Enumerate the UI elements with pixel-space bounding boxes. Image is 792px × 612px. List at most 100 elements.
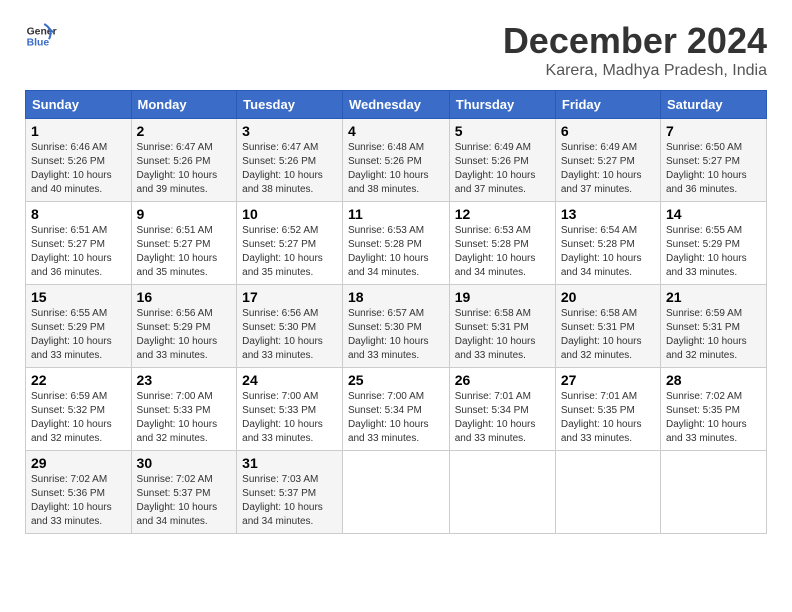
header-row: Sunday Monday Tuesday Wednesday Thursday… [26, 91, 767, 119]
day-info: Sunrise: 6:53 AMSunset: 5:28 PMDaylight:… [348, 225, 429, 278]
day-info: Sunrise: 7:00 AMSunset: 5:34 PMDaylight:… [348, 391, 429, 444]
day-number: 30 [137, 455, 232, 471]
calendar-cell: 15 Sunrise: 6:55 AMSunset: 5:29 PMDayligh… [26, 285, 132, 368]
day-number: 13 [561, 206, 655, 222]
day-number: 5 [455, 123, 550, 139]
calendar-cell: 24 Sunrise: 7:00 AMSunset: 5:33 PMDayligh… [237, 368, 343, 451]
calendar-cell: 1Sunrise: 6:46 AMSunset: 5:26 PMDaylight… [26, 119, 132, 202]
day-number: 4 [348, 123, 444, 139]
calendar-cell: 21 Sunrise: 6:59 AMSunset: 5:31 PMDayligh… [660, 285, 766, 368]
title-area: December 2024 Karera, Madhya Pradesh, In… [503, 20, 767, 80]
day-number: 27 [561, 372, 655, 388]
day-info: Sunrise: 6:54 AMSunset: 5:28 PMDaylight:… [561, 225, 642, 278]
day-number: 14 [666, 206, 761, 222]
day-info: Sunrise: 6:59 AMSunset: 5:31 PMDaylight:… [666, 308, 747, 361]
day-number: 10 [242, 206, 337, 222]
day-info: Sunrise: 7:00 AMSunset: 5:33 PMDaylight:… [137, 391, 218, 444]
logo: General Blue [25, 20, 57, 52]
day-info: Sunrise: 7:02 AMSunset: 5:36 PMDaylight:… [31, 474, 112, 527]
calendar-cell: 10 Sunrise: 6:52 AMSunset: 5:27 PMDayligh… [237, 202, 343, 285]
calendar-cell: 2Sunrise: 6:47 AMSunset: 5:26 PMDaylight… [131, 119, 237, 202]
calendar-table: Sunday Monday Tuesday Wednesday Thursday… [25, 90, 767, 534]
location-title: Karera, Madhya Pradesh, India [503, 62, 767, 80]
col-monday: Monday [131, 91, 237, 119]
calendar-cell: 17Sunrise: 6:56 AMSunset: 5:30 PMDayligh… [237, 285, 343, 368]
day-number: 17 [242, 289, 337, 305]
calendar-cell [449, 451, 555, 534]
day-number: 20 [561, 289, 655, 305]
calendar-cell: 9Sunrise: 6:51 AMSunset: 5:27 PMDaylight… [131, 202, 237, 285]
col-sunday: Sunday [26, 91, 132, 119]
day-number: 25 [348, 372, 444, 388]
calendar-cell: 8 Sunrise: 6:51 AMSunset: 5:27 PMDaylight… [26, 202, 132, 285]
calendar-cell: 4 Sunrise: 6:48 AMSunset: 5:26 PMDaylight… [342, 119, 449, 202]
calendar-cell [555, 451, 660, 534]
calendar-cell [342, 451, 449, 534]
day-number: 29 [31, 455, 126, 471]
svg-text:Blue: Blue [27, 38, 50, 49]
day-info: Sunrise: 7:00 AMSunset: 5:33 PMDaylight:… [242, 391, 323, 444]
calendar-cell: 27 Sunrise: 7:01 AMSunset: 5:35 PMDayligh… [555, 368, 660, 451]
col-friday: Friday [555, 91, 660, 119]
calendar-cell: 26Sunrise: 7:01 AMSunset: 5:34 PMDayligh… [449, 368, 555, 451]
day-number: 24 [242, 372, 337, 388]
calendar-week-row: 15 Sunrise: 6:55 AMSunset: 5:29 PMDayligh… [26, 285, 767, 368]
calendar-cell: 13 Sunrise: 6:54 AMSunset: 5:28 PMDayligh… [555, 202, 660, 285]
calendar-cell: 6Sunrise: 6:49 AMSunset: 5:27 PMDaylight… [555, 119, 660, 202]
day-info: Sunrise: 6:48 AMSunset: 5:26 PMDaylight:… [348, 142, 429, 195]
day-info: Sunrise: 7:02 AMSunset: 5:37 PMDaylight:… [137, 474, 218, 527]
calendar-cell: 31Sunrise: 7:03 AMSunset: 5:37 PMDayligh… [237, 451, 343, 534]
calendar-cell: 30 Sunrise: 7:02 AMSunset: 5:37 PMDayligh… [131, 451, 237, 534]
calendar-cell: 29 Sunrise: 7:02 AMSunset: 5:36 PMDayligh… [26, 451, 132, 534]
calendar-cell: 28 Sunrise: 7:02 AMSunset: 5:35 PMDayligh… [660, 368, 766, 451]
day-info: Sunrise: 7:03 AMSunset: 5:37 PMDaylight:… [242, 474, 323, 527]
header: General Blue December 2024 Karera, Madhy… [25, 20, 767, 80]
day-info: Sunrise: 6:47 AMSunset: 5:26 PMDaylight:… [242, 142, 323, 195]
day-info: Sunrise: 7:01 AMSunset: 5:35 PMDaylight:… [561, 391, 642, 444]
day-number: 28 [666, 372, 761, 388]
calendar-cell: 7 Sunrise: 6:50 AMSunset: 5:27 PMDaylight… [660, 119, 766, 202]
calendar-cell: 16 Sunrise: 6:56 AMSunset: 5:29 PMDayligh… [131, 285, 237, 368]
day-info: Sunrise: 6:46 AMSunset: 5:26 PMDaylight:… [31, 142, 112, 195]
calendar-week-row: 22Sunrise: 6:59 AMSunset: 5:32 PMDayligh… [26, 368, 767, 451]
col-wednesday: Wednesday [342, 91, 449, 119]
day-info: Sunrise: 6:49 AMSunset: 5:26 PMDaylight:… [455, 142, 536, 195]
calendar-cell: 14 Sunrise: 6:55 AMSunset: 5:29 PMDayligh… [660, 202, 766, 285]
day-number: 11 [348, 206, 444, 222]
calendar-cell: 11 Sunrise: 6:53 AMSunset: 5:28 PMDayligh… [342, 202, 449, 285]
calendar-week-row: 29 Sunrise: 7:02 AMSunset: 5:36 PMDayligh… [26, 451, 767, 534]
day-number: 3 [242, 123, 337, 139]
calendar-cell: 5 Sunrise: 6:49 AMSunset: 5:26 PMDaylight… [449, 119, 555, 202]
calendar-week-row: 1Sunrise: 6:46 AMSunset: 5:26 PMDaylight… [26, 119, 767, 202]
day-info: Sunrise: 6:56 AMSunset: 5:29 PMDaylight:… [137, 308, 218, 361]
day-number: 8 [31, 206, 126, 222]
day-number: 15 [31, 289, 126, 305]
day-info: Sunrise: 6:50 AMSunset: 5:27 PMDaylight:… [666, 142, 747, 195]
day-info: Sunrise: 6:55 AMSunset: 5:29 PMDaylight:… [666, 225, 747, 278]
day-info: Sunrise: 6:49 AMSunset: 5:27 PMDaylight:… [561, 142, 642, 195]
day-info: Sunrise: 6:52 AMSunset: 5:27 PMDaylight:… [242, 225, 323, 278]
calendar-week-row: 8 Sunrise: 6:51 AMSunset: 5:27 PMDaylight… [26, 202, 767, 285]
day-info: Sunrise: 7:01 AMSunset: 5:34 PMDaylight:… [455, 391, 536, 444]
day-number: 7 [666, 123, 761, 139]
day-number: 12 [455, 206, 550, 222]
calendar-cell: 25 Sunrise: 7:00 AMSunset: 5:34 PMDayligh… [342, 368, 449, 451]
calendar-cell: 19 Sunrise: 6:58 AMSunset: 5:31 PMDayligh… [449, 285, 555, 368]
day-number: 16 [137, 289, 232, 305]
day-info: Sunrise: 6:47 AMSunset: 5:26 PMDaylight:… [137, 142, 218, 195]
day-info: Sunrise: 6:58 AMSunset: 5:31 PMDaylight:… [455, 308, 536, 361]
day-number: 19 [455, 289, 550, 305]
day-number: 21 [666, 289, 761, 305]
calendar-cell: 3 Sunrise: 6:47 AMSunset: 5:26 PMDaylight… [237, 119, 343, 202]
day-info: Sunrise: 7:02 AMSunset: 5:35 PMDaylight:… [666, 391, 747, 444]
day-info: Sunrise: 6:53 AMSunset: 5:28 PMDaylight:… [455, 225, 536, 278]
col-tuesday: Tuesday [237, 91, 343, 119]
day-info: Sunrise: 6:51 AMSunset: 5:27 PMDaylight:… [31, 225, 112, 278]
day-number: 9 [137, 206, 232, 222]
day-info: Sunrise: 6:55 AMSunset: 5:29 PMDaylight:… [31, 308, 112, 361]
calendar-cell: 20Sunrise: 6:58 AMSunset: 5:31 PMDayligh… [555, 285, 660, 368]
day-number: 23 [137, 372, 232, 388]
calendar-cell [660, 451, 766, 534]
month-title: December 2024 [503, 20, 767, 62]
day-info: Sunrise: 6:57 AMSunset: 5:30 PMDaylight:… [348, 308, 429, 361]
